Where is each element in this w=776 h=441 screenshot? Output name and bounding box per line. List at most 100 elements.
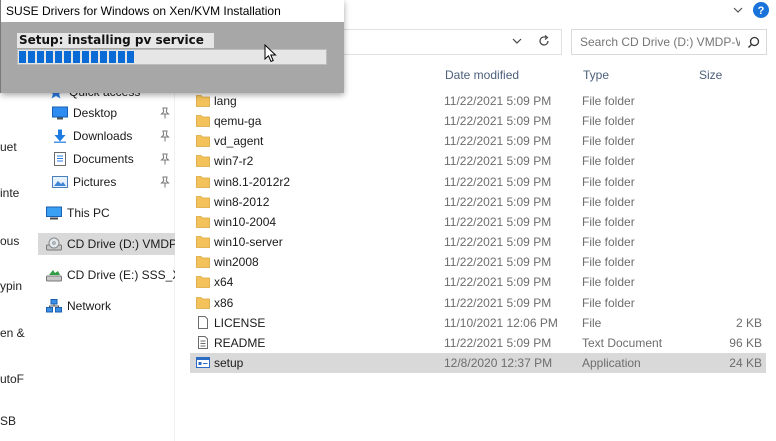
file-row[interactable]: vd_agent 11/22/2021 5:09 PM File folder: [190, 131, 766, 151]
background-text-fragment: inte: [0, 186, 20, 200]
file-date-modified: 11/22/2021 5:09 PM: [444, 235, 552, 250]
background-text-fragment: uet: [0, 140, 17, 154]
file-date-modified: 11/22/2021 5:09 PM: [444, 194, 552, 209]
file-type: Text Document: [582, 335, 663, 350]
column-header-date[interactable]: Date modified: [445, 68, 519, 82]
file-name: x86: [214, 295, 234, 310]
dialog-title: SUSE Drivers for Windows on Xen/KVM Inst…: [6, 4, 281, 18]
help-icon[interactable]: ?: [752, 1, 770, 19]
file-type: File folder: [582, 174, 635, 189]
nav-item-pictures[interactable]: Pictures: [38, 171, 175, 193]
file-name: setup: [214, 355, 244, 370]
file-name: LICENSE: [214, 315, 266, 330]
file-type: File folder: [582, 194, 635, 209]
address-bar[interactable]: [332, 29, 562, 55]
file-name: README: [214, 335, 266, 350]
nav-item-label: Downloads: [73, 129, 133, 143]
progress-segment: [55, 51, 62, 63]
nav-item-label: Pictures: [73, 175, 117, 189]
file-date-modified: 11/22/2021 5:09 PM: [444, 255, 552, 270]
background-text-fragment: SB: [0, 414, 17, 428]
file-row[interactable]: setup 12/8/2020 12:37 PM Application 24 KB: [190, 352, 766, 373]
file-date-modified: 11/22/2021 5:09 PM: [444, 94, 552, 108]
application-icon: [196, 356, 210, 368]
file-row[interactable]: lang 11/22/2021 5:09 PM File folder: [190, 91, 766, 111]
progress-segment: [28, 51, 35, 63]
progress-bar: [17, 49, 327, 65]
file-row[interactable]: win2008 11/22/2021 5:09 PM File folder: [190, 252, 766, 272]
nav-item-documents[interactable]: Documents: [38, 148, 175, 170]
folder-icon: [196, 95, 210, 107]
file-date-modified: 11/22/2021 5:09 PM: [444, 295, 552, 310]
nav-item-cd-drive-e-sss-x64[interactable]: CD Drive (E:) SSS_X64: [38, 264, 175, 286]
progress-segment: [64, 51, 71, 63]
folder-icon: [196, 115, 210, 128]
cd-drive-icon: [46, 237, 62, 251]
address-search-row: [332, 26, 776, 56]
progress-segment: [19, 51, 26, 63]
column-header-type[interactable]: Type: [583, 68, 609, 82]
folder-icon: [196, 215, 210, 228]
file-date-modified: 11/22/2021 5:09 PM: [444, 335, 552, 350]
nav-item-network[interactable]: Network: [38, 295, 175, 317]
file-row[interactable]: qemu-ga 11/22/2021 5:09 PM File folder: [190, 111, 766, 131]
pin-icon[interactable]: [160, 153, 170, 165]
file-name: win2008: [214, 255, 259, 270]
file-date-modified: 11/22/2021 5:09 PM: [444, 174, 552, 189]
file-row[interactable]: LICENSE 11/10/2021 12:06 PM File 2 KB: [190, 313, 766, 333]
folder-icon: [196, 135, 210, 148]
progress-segment: [46, 51, 53, 63]
file-name: win8-2012: [214, 194, 270, 209]
setup-dialog[interactable]: SUSE Drivers for Windows on Xen/KVM Inst…: [0, 0, 344, 93]
file-date-modified: 11/10/2021 12:06 PM: [444, 315, 558, 330]
background-text-fragment: en &: [0, 326, 25, 340]
file-row[interactable]: win8.1-2012r2 11/22/2021 5:09 PM File fold…: [190, 172, 766, 192]
folder-icon: [196, 195, 210, 208]
pictures-icon: [52, 176, 68, 188]
nav-item-downloads[interactable]: Downloads: [38, 125, 175, 147]
file-row[interactable]: win7-r2 11/22/2021 5:09 PM File folder: [190, 151, 766, 171]
folder-icon: [196, 256, 210, 269]
pin-icon[interactable]: [160, 130, 170, 142]
file-row[interactable]: win10-2004 11/22/2021 5:09 PM File folder: [190, 212, 766, 232]
refresh-icon[interactable]: [537, 34, 551, 48]
progress-segment: [100, 51, 107, 63]
file-type: File folder: [582, 214, 635, 229]
file-name: lang: [214, 94, 237, 108]
mouse-cursor-icon: [264, 44, 277, 63]
nav-item-label: CD Drive (D:) VMDP-W: [67, 237, 175, 251]
file-size: 2 KB: [735, 315, 762, 330]
progress-segment: [91, 51, 98, 63]
nav-item-cd-drive-d-vmdp-w[interactable]: CD Drive (D:) VMDP-W: [38, 233, 175, 255]
progress-segment: [73, 51, 80, 63]
file-type: File folder: [582, 275, 635, 290]
text-document-icon: [198, 335, 208, 349]
nav-item-desktop[interactable]: Desktop: [38, 102, 175, 124]
file-row[interactable]: README 11/22/2021 5:09 PM Text Document 96 …: [190, 333, 766, 353]
pin-icon[interactable]: [160, 107, 170, 119]
column-header-size[interactable]: Size: [699, 68, 722, 82]
file-size: 96 KB: [729, 335, 762, 350]
progress-segment: [82, 51, 89, 63]
file-row[interactable]: win8-2012 11/22/2021 5:09 PM File folder: [190, 192, 766, 212]
file-name: win10-2004: [214, 214, 277, 229]
file-date-modified: 11/22/2021 5:09 PM: [444, 214, 552, 229]
progress-segment: [37, 51, 44, 63]
chevron-down-icon[interactable]: [731, 3, 745, 17]
folder-icon: [196, 276, 210, 289]
search-input[interactable]: [580, 35, 740, 49]
address-dropdown-icon[interactable]: [510, 34, 524, 48]
nav-item-this-pc[interactable]: This PC: [38, 202, 175, 224]
file-row[interactable]: win10-server 11/22/2021 5:09 PM File folde…: [190, 232, 766, 252]
search-icon[interactable]: [747, 36, 760, 49]
cd-drive-icon: [46, 270, 62, 282]
folder-icon: [196, 296, 210, 309]
pin-icon[interactable]: [160, 176, 170, 188]
dialog-titlebar[interactable]: SUSE Drivers for Windows on Xen/KVM Inst…: [1, 0, 344, 22]
file-date-modified: 12/8/2020 12:37 PM: [444, 355, 553, 370]
file-row[interactable]: x86 11/22/2021 5:09 PM File folder: [190, 293, 766, 313]
file-date-modified: 11/22/2021 5:09 PM: [444, 114, 552, 129]
file-row[interactable]: x64 11/22/2021 5:09 PM File folder: [190, 272, 766, 292]
file-type: Application: [582, 355, 641, 370]
search-box[interactable]: [571, 29, 767, 55]
